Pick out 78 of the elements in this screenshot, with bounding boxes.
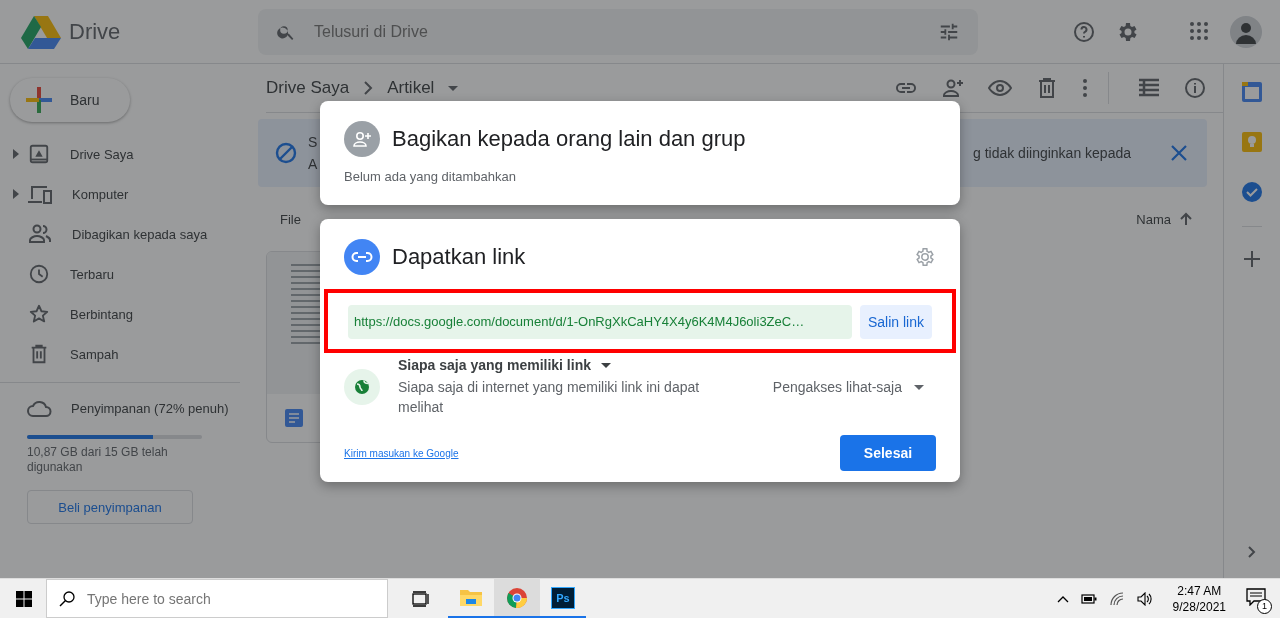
- star-icon: [28, 303, 50, 325]
- sidebar-item[interactable]: Sampah: [0, 334, 240, 374]
- task-check-icon[interactable]: [1242, 182, 1262, 202]
- speaker-icon[interactable]: [1136, 591, 1153, 606]
- expand-caret-icon[interactable]: [13, 149, 19, 159]
- people-icon: [28, 223, 52, 245]
- battery-icon[interactable]: [1080, 592, 1097, 605]
- taskbar-search-input[interactable]: Type here to search: [85, 589, 387, 608]
- list-view-icon[interactable]: [1138, 78, 1160, 98]
- link-icon: [344, 239, 380, 275]
- wifi-icon[interactable]: [1108, 591, 1125, 606]
- feedback-link[interactable]: Kirim masukan ke Google: [344, 447, 459, 459]
- sidebar-item[interactable]: Komputer: [0, 174, 240, 214]
- current-folder[interactable]: Artikel: [387, 78, 435, 98]
- sort-column-header[interactable]: Nama: [1136, 211, 1171, 227]
- buy-storage-button[interactable]: Beli penyimpanan: [27, 490, 193, 524]
- search-field[interactable]: Telusuri di Drive: [258, 8, 978, 55]
- cloud-icon: [27, 399, 53, 417]
- apps-grid-icon[interactable]: [1190, 21, 1210, 42]
- computer-icon: [28, 183, 52, 205]
- sidebar-item[interactable]: Berbintang: [0, 294, 240, 334]
- access-scope-dropdown[interactable]: Siapa saja yang memiliki link: [398, 357, 591, 373]
- blocked-icon: [274, 141, 298, 165]
- search-input[interactable]: Telusuri di Drive: [312, 21, 922, 42]
- notification-count-badge: 1: [1257, 598, 1272, 614]
- drive-logo-icon: [21, 14, 61, 49]
- browser-icon: [506, 586, 528, 609]
- expand-caret-icon[interactable]: [13, 189, 19, 199]
- banner-text: g tidak diinginkan kepada: [973, 145, 1131, 161]
- taskbar-app[interactable]: Ps: [540, 579, 586, 618]
- plus-icon[interactable]: [1244, 251, 1260, 267]
- breadcrumb-link[interactable]: Drive Saya: [266, 78, 350, 98]
- globe-icon: [344, 369, 380, 405]
- taskbar-search-field[interactable]: Type here to search: [46, 579, 388, 618]
- taskbar-app[interactable]: [494, 579, 540, 618]
- chevron-right-icon: [363, 81, 374, 95]
- chevron-right-icon[interactable]: [1248, 546, 1256, 558]
- task-view-icon[interactable]: [412, 590, 430, 607]
- access-description: Siapa saja di internet yang memiliki link ini dapat melihat: [398, 378, 701, 417]
- editor-app-icon: Ps: [551, 586, 575, 609]
- clock-time[interactable]: 2:47 AM: [1177, 582, 1222, 599]
- copy-link-button[interactable]: Salin link: [859, 305, 932, 339]
- banner-text: S: [308, 134, 318, 150]
- storage-usage-text: 10,87 GB dari 15 GB telah digunakan: [27, 445, 169, 475]
- drive-icon: [28, 143, 50, 165]
- arrow-up-icon[interactable]: [1179, 212, 1193, 226]
- new-button[interactable]: Baru: [10, 78, 130, 122]
- document-icon: [285, 409, 303, 427]
- help-icon[interactable]: [1072, 19, 1096, 44]
- column-header: File: [280, 211, 301, 227]
- add-person-icon: [344, 121, 380, 157]
- calendar-icon[interactable]: [1242, 82, 1262, 102]
- clock-icon: [28, 263, 50, 285]
- dropdown-caret-icon[interactable]: [914, 384, 924, 390]
- close-icon[interactable]: [1171, 145, 1187, 161]
- sidebar-item[interactable]: Terbaru: [0, 254, 240, 294]
- dialog-subtitle: Belum ada yang ditambahkan: [344, 169, 517, 184]
- dialog-title: Dapatkan link: [392, 244, 526, 270]
- done-button[interactable]: Selesai: [840, 435, 936, 471]
- sidebar-item[interactable]: Drive Saya: [0, 134, 240, 174]
- app-title: Drive: [69, 18, 121, 45]
- clock-date[interactable]: 9/28/2021: [1172, 598, 1226, 615]
- avatar-icon[interactable]: [1230, 15, 1262, 48]
- banner-text: A: [308, 156, 318, 172]
- windows-start-icon[interactable]: [16, 590, 32, 607]
- plus-icon: [26, 87, 52, 113]
- sidebar-item[interactable]: Dibagikan kepada saya: [0, 214, 240, 254]
- dropdown-caret-icon[interactable]: [601, 362, 611, 368]
- storage-label: Penyimpanan (72% penuh): [71, 400, 229, 416]
- info-icon[interactable]: [1183, 76, 1207, 100]
- settings-icon[interactable]: [914, 246, 936, 268]
- chevron-up-icon[interactable]: [1056, 594, 1069, 603]
- more-icon[interactable]: [1082, 78, 1088, 98]
- folder-icon: [460, 587, 482, 608]
- search-icon: [59, 590, 75, 607]
- dialog-title: Bagikan kepada orang lain dan grup: [392, 126, 746, 152]
- link-field[interactable]: https://docs.google.com/document/d/1-OnRgXkCaHY4X4y6K4M4J6oli3ZeC…: [348, 305, 852, 339]
- role-dropdown[interactable]: Pengakses lihat-saja: [772, 379, 902, 395]
